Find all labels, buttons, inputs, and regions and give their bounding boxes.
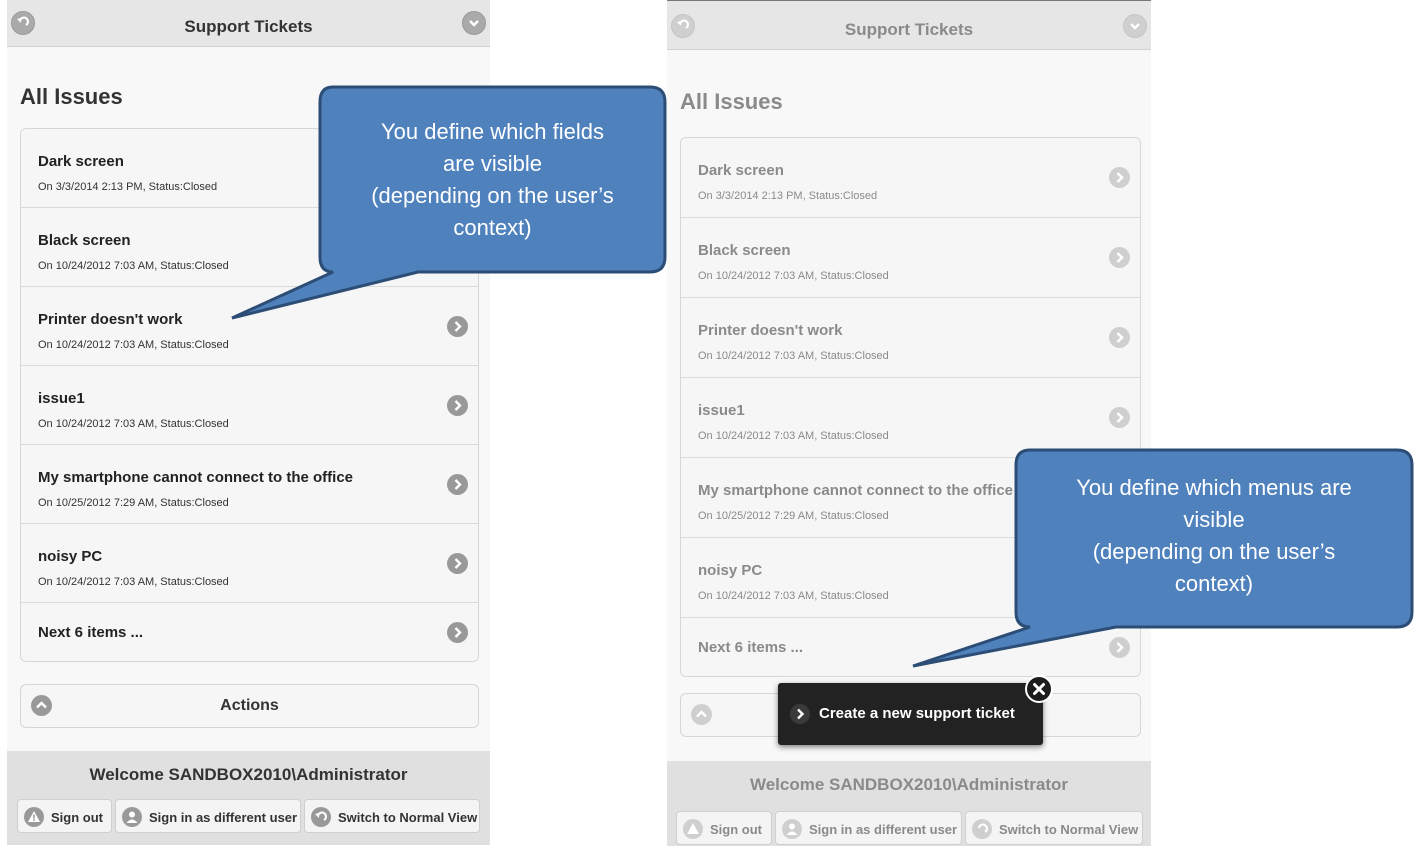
callout-line: are visible <box>442 151 543 176</box>
callout-line: You define which fields <box>380 119 604 144</box>
callout-line: (depending on the user’s <box>371 183 614 208</box>
callout-line: (depending on the user’s <box>1092 539 1336 564</box>
callout-line: visible <box>1183 507 1245 532</box>
callout-line: context) <box>1174 571 1254 596</box>
callout-menus-text: You define which menus are visible (depe… <box>1020 472 1408 600</box>
callout-line: You define which menus are <box>1076 475 1352 500</box>
callout-fields-text: You define which fields are visible (dep… <box>325 116 660 244</box>
callout-line: context) <box>453 215 532 240</box>
callout-shapes <box>231 85 1414 668</box>
